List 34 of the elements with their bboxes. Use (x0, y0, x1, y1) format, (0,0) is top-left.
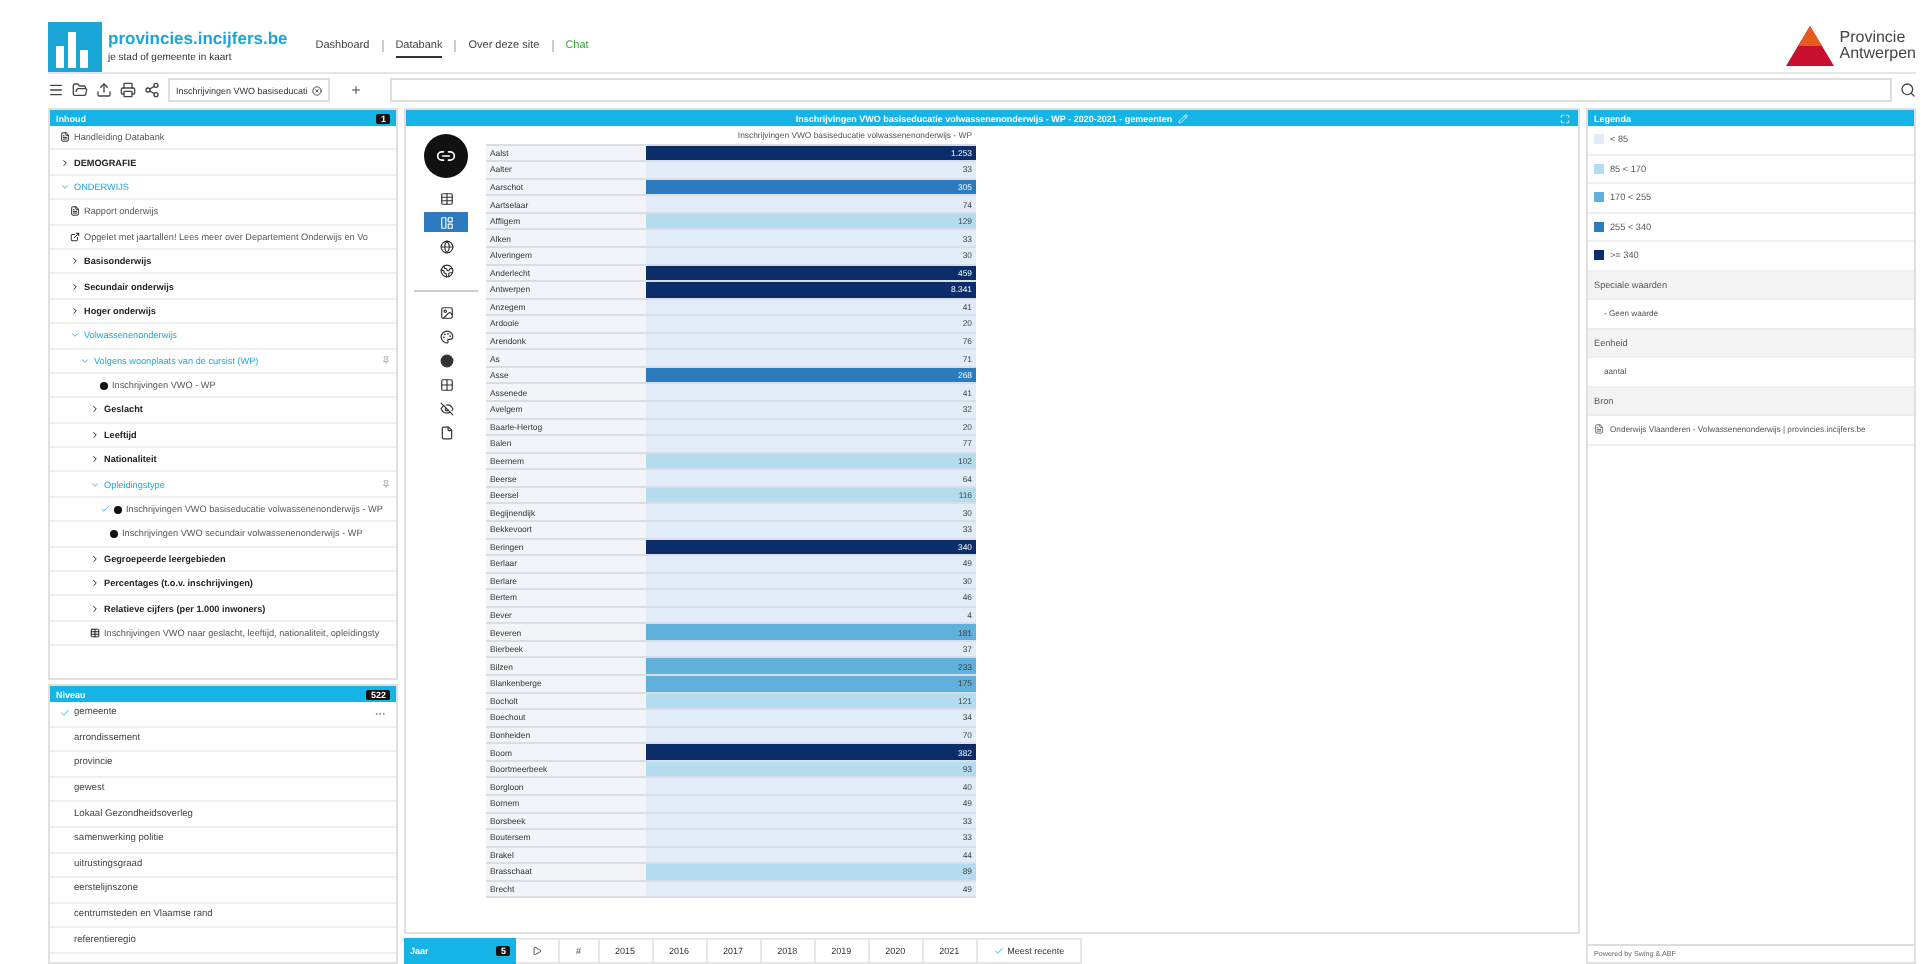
link-button[interactable] (424, 134, 468, 178)
check-icon (993, 946, 1004, 956)
print-icon[interactable] (120, 82, 136, 98)
file-icon (439, 425, 453, 439)
folder-icon[interactable] (72, 82, 88, 98)
image-icon (439, 305, 453, 319)
eye-off-icon (439, 401, 453, 415)
search-field[interactable] (389, 78, 1892, 102)
table-icon (439, 191, 453, 205)
globe-icon (439, 239, 453, 253)
share-icon[interactable] (144, 82, 160, 98)
grid-icon (439, 377, 453, 391)
play-icon (532, 946, 542, 956)
table-icon (90, 628, 100, 638)
indicator-dot-icon (100, 381, 108, 390)
triangle-logo-icon (1785, 26, 1834, 66)
external-link-icon (70, 231, 80, 242)
globe-icon (439, 263, 453, 277)
palette-icon (439, 329, 453, 343)
logo-icon (48, 21, 102, 71)
close-icon[interactable] (311, 85, 322, 95)
document-icon (70, 206, 80, 217)
document-icon (60, 132, 70, 143)
menu-icon[interactable] (48, 82, 64, 98)
indicator-dot-icon (110, 529, 118, 538)
site-title: provincies.incijfers.be (108, 28, 288, 48)
circle-icon (439, 353, 453, 367)
map-table-icon (439, 215, 453, 229)
search-icon[interactable] (1900, 82, 1916, 98)
document-icon (1594, 424, 1604, 435)
add-tab-icon[interactable] (349, 84, 362, 96)
upload-icon[interactable] (96, 82, 112, 98)
indicator-dot-icon (114, 505, 122, 514)
brand-name: Provincie Antwerpen (1839, 29, 1916, 63)
